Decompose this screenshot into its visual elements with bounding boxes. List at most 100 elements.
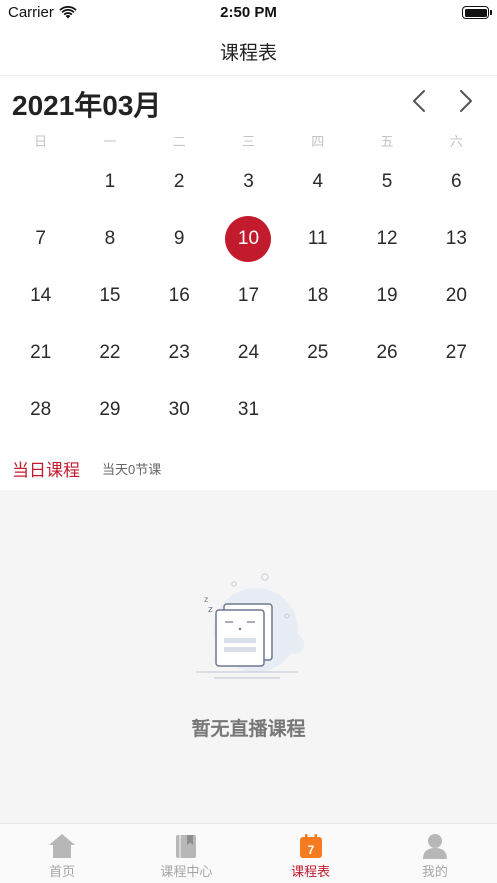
calendar-day[interactable]: 1 (75, 153, 144, 210)
book-icon (172, 832, 200, 860)
calendar-day-selected[interactable]: 10 (214, 210, 283, 267)
weekday-label: 三 (241, 134, 255, 149)
tab-label: 我的 (421, 864, 448, 879)
calendar-day[interactable]: 29 (75, 381, 144, 438)
calendar-day-number: 29 (99, 398, 121, 420)
weekday-label: 日 (34, 134, 48, 149)
weekday-label: 六 (449, 134, 463, 149)
calendar-day[interactable]: 3 (214, 153, 283, 210)
calendar-day-number: 6 (451, 170, 462, 192)
calendar-day-number: 16 (168, 284, 190, 306)
empty-state-message: 暂无直播课程 (191, 719, 306, 740)
weekday-label: 四 (311, 134, 325, 149)
calendar-day-number: 19 (376, 284, 398, 306)
calendar-day[interactable]: 9 (145, 210, 214, 267)
calendar-day-number: 21 (30, 341, 52, 363)
calendar-day[interactable]: 30 (145, 381, 214, 438)
tab-course-center[interactable]: 课程中心 (124, 824, 248, 883)
calendar-day[interactable]: 17 (214, 267, 283, 324)
calendar-day-number: 25 (307, 341, 329, 363)
profile-icon (421, 832, 449, 860)
svg-text:z: z (204, 595, 208, 604)
calendar-day-number: 4 (312, 170, 324, 192)
tab-schedule[interactable]: 7 课程表 (249, 824, 373, 883)
calendar-day-number: 15 (99, 284, 121, 306)
calendar-day[interactable]: 13 (422, 210, 491, 267)
calendar-day[interactable]: 4 (283, 153, 352, 210)
course-list-empty-state: z z 暂无直播课程 (0, 490, 497, 823)
navigation-bar: 课程表 (0, 26, 497, 76)
status-bar: Carrier 2:50 PM (0, 0, 497, 26)
calendar-week-row: 21 22 23 24 25 26 27 (6, 324, 491, 381)
calendar-day[interactable]: 6 (422, 153, 491, 210)
calendar-day[interactable]: 8 (75, 210, 144, 267)
calendar-icon: 7 (297, 832, 325, 860)
calendar-day-number: 27 (445, 341, 467, 363)
calendar-day-number: 11 (307, 227, 328, 249)
status-time: 2:50 PM (220, 4, 277, 21)
calendar-day[interactable]: 15 (75, 267, 144, 324)
calendar-day[interactable]: 16 (145, 267, 214, 324)
daily-course-title: 当日课程 (12, 461, 80, 480)
calendar-day-number: 5 (381, 170, 393, 192)
month-label: 2021年03月 (12, 90, 162, 121)
calendar-day-number: 23 (168, 341, 190, 363)
calendar-grid: 1 2 3 4 5 6 7 8 9 10 11 12 13 14 15 16 17 18 19 20 21 22 23 24 2… (6, 153, 491, 438)
calendar-day[interactable]: 25 (283, 324, 352, 381)
calendar-day[interactable]: 20 (422, 267, 491, 324)
weekday-header: 日 一 二 三 四 五 六 (6, 131, 491, 150)
calendar-day-number: 17 (237, 284, 260, 306)
previous-month-button[interactable] (406, 88, 432, 114)
calendar-day-number: 9 (173, 227, 185, 249)
calendar-day[interactable]: 24 (214, 324, 283, 381)
calendar-day-number: 8 (104, 227, 116, 249)
home-icon (48, 832, 76, 860)
daily-course-header: 当日课程 当天0节课 (0, 451, 497, 489)
calendar-day[interactable]: 5 (352, 153, 421, 210)
calendar-day-number: 14 (30, 284, 52, 306)
calendar-day[interactable]: 21 (6, 324, 75, 381)
calendar-day-number: 20 (445, 284, 467, 306)
calendar-day-number: 13 (445, 227, 467, 249)
calendar-day-number: 2 (173, 170, 185, 192)
page-title: 课程表 (219, 43, 277, 64)
calendar-day[interactable]: 7 (6, 210, 75, 267)
calendar-day[interactable]: 31 (214, 381, 283, 438)
weekday-label: 二 (172, 134, 186, 149)
calendar-day-number: 3 (243, 170, 254, 192)
next-month-button[interactable] (453, 88, 479, 114)
calendar-day-number: 10 (225, 215, 272, 262)
calendar-day[interactable]: 27 (422, 324, 491, 381)
calendar-empty-cell (352, 381, 421, 438)
tab-label: 课程中心 (160, 864, 213, 879)
calendar-day-number: 26 (376, 341, 398, 363)
calendar-day[interactable]: 23 (145, 324, 214, 381)
calendar-day-number: 24 (237, 341, 260, 363)
daily-course-count: 当天0节课 (102, 462, 162, 477)
calendar-day-number: 1 (104, 170, 116, 192)
calendar-day[interactable]: 22 (75, 324, 144, 381)
tab-home[interactable]: 首页 (0, 824, 124, 883)
calendar-day-number: 18 (307, 284, 329, 306)
tab-label: 课程表 (291, 864, 331, 879)
calendar-day[interactable]: 28 (6, 381, 75, 438)
chevron-right-icon (460, 90, 472, 112)
sleeping-document-illustration: z z (188, 572, 312, 701)
calendar-day-number: 12 (376, 227, 398, 249)
calendar-day[interactable]: 26 (352, 324, 421, 381)
chevron-left-icon (413, 90, 425, 112)
calendar-icon-badge: 7 (307, 843, 314, 857)
calendar-week-row: 28 29 30 31 (6, 381, 491, 438)
month-header: 2021年03月 (0, 80, 497, 124)
tab-profile[interactable]: 我的 (373, 824, 497, 883)
calendar-week-row: 1 2 3 4 5 6 (6, 153, 491, 210)
calendar-day[interactable]: 14 (6, 267, 75, 324)
calendar-day[interactable]: 11 (283, 210, 352, 267)
calendar-day[interactable]: 2 (145, 153, 214, 210)
calendar-day[interactable]: 19 (352, 267, 421, 324)
weekday-label: 一 (103, 134, 117, 149)
calendar-day[interactable]: 12 (352, 210, 421, 267)
calendar-week-row: 14 15 16 17 18 19 20 (6, 267, 491, 324)
calendar-empty-cell (422, 381, 491, 438)
calendar-day[interactable]: 18 (283, 267, 352, 324)
